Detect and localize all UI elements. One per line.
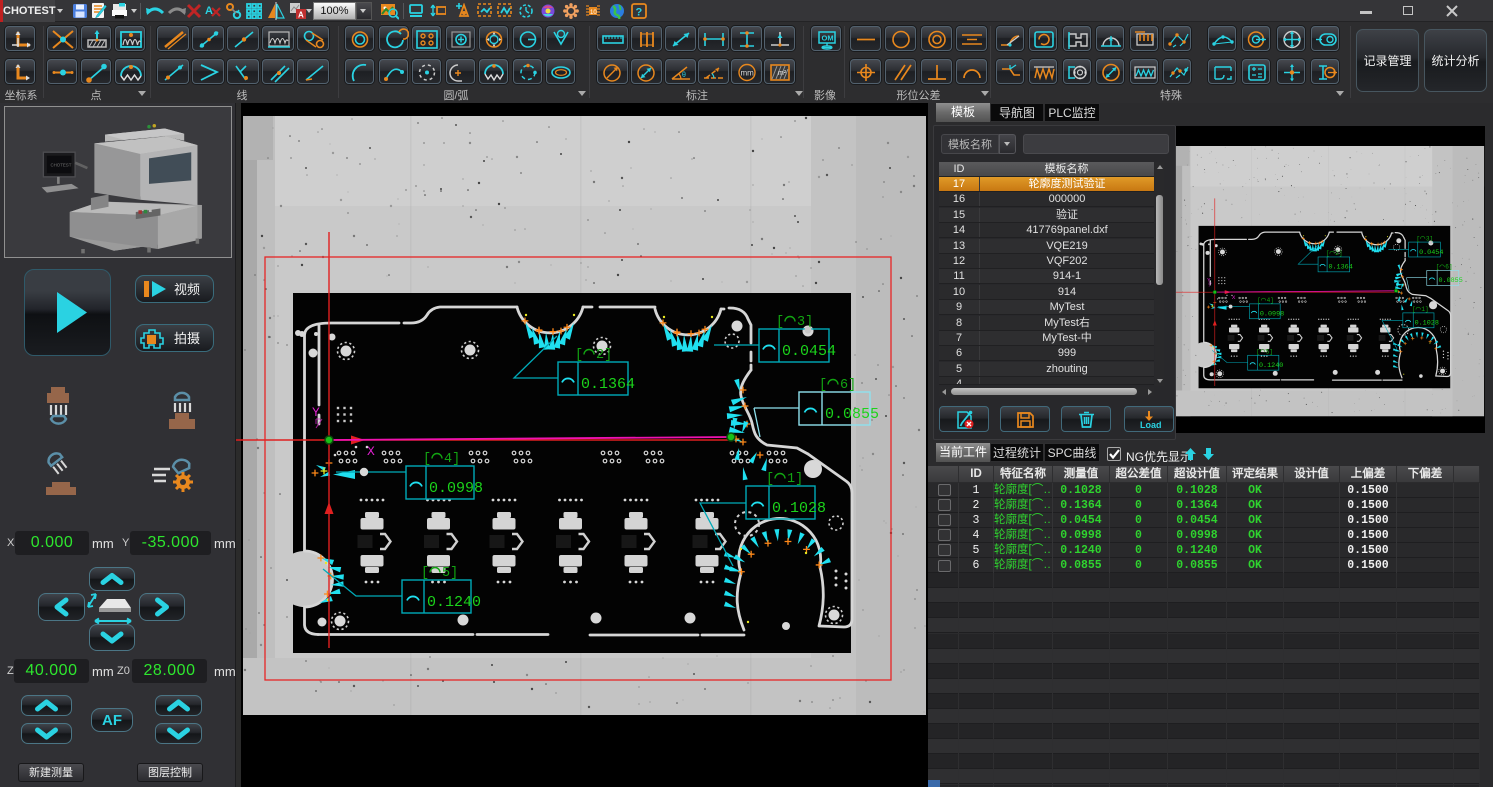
svg-text:10: 10 [590, 10, 597, 16]
svg-text:m²: m² [778, 70, 787, 77]
svg-text:A: A [298, 11, 304, 20]
svg-text:CHOTEST: CHOTEST [50, 162, 71, 167]
svg-text:Load: Load [1140, 420, 1162, 430]
svg-text:视频: 视频 [174, 282, 200, 297]
svg-text:θ: θ [682, 72, 686, 79]
svg-text:mm: mm [741, 69, 755, 78]
svg-text:拍摄: 拍摄 [174, 331, 200, 346]
svg-text:OM: OM [822, 34, 834, 43]
svg-text:?: ? [636, 7, 643, 19]
